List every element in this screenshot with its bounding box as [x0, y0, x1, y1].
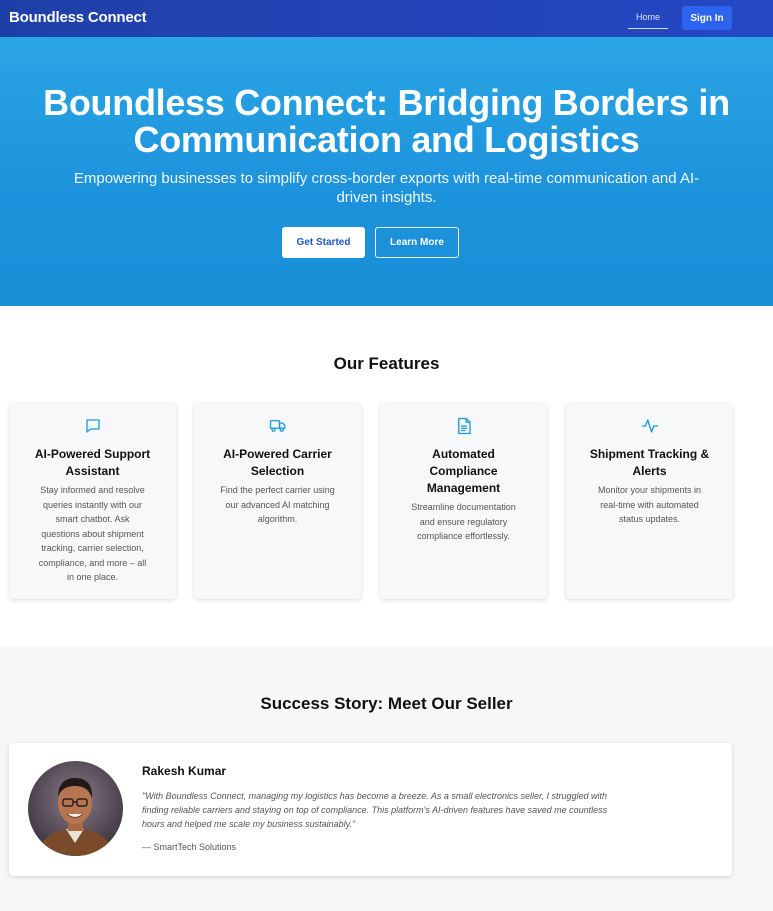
feature-card-compliance: Automated Compliance Management Streamli…	[380, 403, 547, 599]
activity-icon	[566, 417, 733, 435]
feature-title-line: AI-Powered Support	[34, 447, 151, 461]
feature-title: AI-Powered Carrier Selection	[204, 446, 351, 480]
feature-title-line: Compliance	[429, 464, 498, 478]
feature-desc-line: status updates.	[618, 514, 681, 524]
hero-subtitle-line-1: Empowering businesses to simplify cross-…	[73, 170, 700, 187]
chat-bubble-icon	[9, 417, 176, 435]
feature-title: Shipment Tracking & Alerts	[576, 446, 723, 480]
feature-desc-line: queries instantly with our	[42, 499, 143, 510]
hero-subtitle-line-2: driven insights.	[336, 189, 437, 206]
feature-title-line: Management	[426, 481, 501, 495]
testimonial-quote-line: "With Boundless Connect, managing my log…	[142, 791, 607, 801]
features-heading: Our Features	[333, 354, 440, 373]
feature-title-line: Alerts	[632, 464, 667, 478]
feature-title: Automated Compliance Management	[390, 446, 537, 497]
feature-description: Find the perfect carrier using our advan…	[206, 483, 349, 527]
feature-card-shipment-tracking: Shipment Tracking & Alerts Monitor your …	[566, 403, 733, 599]
feature-title-line: Assistant	[65, 464, 120, 478]
feature-title-line: AI-Powered Carrier	[223, 447, 332, 461]
success-story-heading: Success Story: Meet Our Seller	[260, 694, 513, 713]
sign-in-button[interactable]: Sign In	[682, 6, 732, 30]
feature-desc-line: smart chatbot. Ask	[55, 514, 130, 524]
feature-desc-line: algorithm.	[257, 514, 298, 524]
feature-description: Streamline documentation and ensure regu…	[392, 500, 535, 544]
feature-card-support-assistant: AI-Powered Support Assistant Stay inform…	[9, 403, 176, 599]
avatar	[28, 761, 123, 856]
feature-desc-line: our advanced AI matching	[225, 499, 330, 510]
testimonial-company: — SmartTech Solutions	[142, 842, 237, 852]
feature-card-carrier-selection: AI-Powered Carrier Selection Find the pe…	[194, 403, 361, 599]
feature-title: AI-Powered Support Assistant	[19, 446, 166, 480]
feature-desc-line: Monitor your shipments in	[597, 485, 702, 495]
feature-desc-line: questions about shipment	[41, 528, 144, 539]
feature-title-line: Automated	[432, 447, 495, 461]
brand-logo-text[interactable]: Boundless Connect	[9, 9, 147, 26]
feature-desc-line: compliance effortlessly.	[417, 531, 510, 541]
hero-title-line-1: Boundless Connect: Bridging Borders in	[43, 82, 730, 123]
feature-desc-line: and ensure regulatory	[419, 516, 508, 527]
testimonial-quote-line: finding reliable carriers and staying on…	[142, 805, 608, 815]
feature-desc-line: Streamline documentation	[411, 502, 516, 512]
feature-desc-line: real-time with automated	[600, 499, 699, 510]
testimonial-quote: "With Boundless Connect, managing my log…	[142, 789, 712, 831]
feature-desc-line: compliance, and more – all	[38, 557, 147, 568]
feature-description: Monitor your shipments in real-time with…	[578, 483, 721, 527]
hero-section: Boundless Connect: Bridging Borders in C…	[0, 37, 773, 306]
document-icon	[380, 417, 547, 435]
feature-description: Stay informed and resolve queries instan…	[21, 483, 164, 585]
feature-title-line: Selection	[250, 464, 305, 478]
hero-subtitle: Empowering businesses to simplify cross-…	[20, 169, 753, 207]
get-started-button[interactable]: Get Started	[282, 227, 365, 258]
testimonial-name: Rakesh Kumar	[142, 764, 227, 778]
nav-home-link[interactable]: Home	[628, 10, 668, 29]
testimonial-card: Rakesh Kumar "With Boundless Connect, ma…	[9, 743, 732, 876]
feature-desc-line: tracking, carrier selection,	[41, 543, 144, 553]
testimonial-quote-line: hours and helped me scale my business su…	[142, 819, 356, 829]
feature-title-line: Shipment Tracking &	[589, 447, 710, 461]
hero-title-line-2: Communication and Logistics	[133, 119, 640, 160]
truck-icon	[194, 417, 361, 435]
feature-desc-line: Find the perfect carrier using	[220, 485, 335, 495]
learn-more-button[interactable]: Learn More	[375, 227, 459, 258]
feature-desc-line: in one place.	[66, 572, 119, 582]
top-navbar: Boundless Connect Home Sign In	[0, 0, 773, 37]
feature-desc-line: Stay informed and resolve	[40, 485, 145, 495]
hero-title: Boundless Connect: Bridging Borders in C…	[0, 84, 773, 158]
